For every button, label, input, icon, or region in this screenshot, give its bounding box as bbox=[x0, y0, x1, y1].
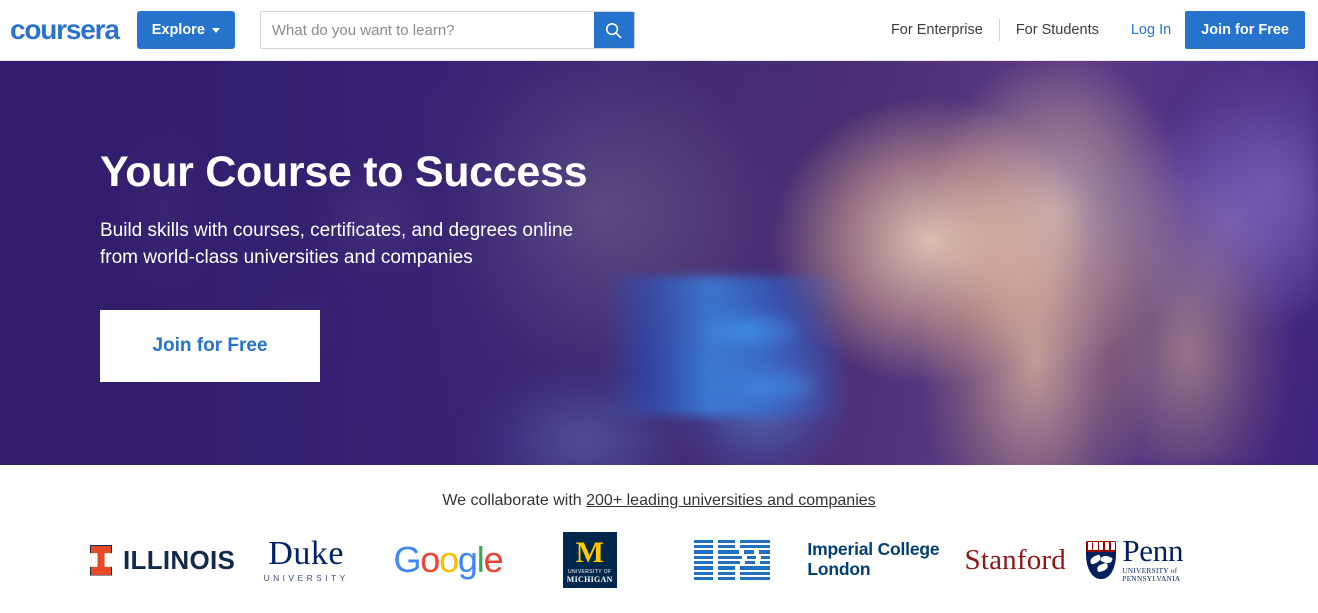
google-letter-5: l bbox=[476, 539, 485, 580]
chevron-down-icon bbox=[211, 27, 220, 33]
partner-logo-google[interactable]: Google bbox=[377, 532, 519, 588]
duke-sublabel: UNIVERSITY bbox=[263, 572, 349, 583]
collaborate-link[interactable]: 200+ leading universities and companies bbox=[586, 492, 876, 509]
collaborate-prefix: We collaborate with bbox=[442, 492, 587, 509]
explore-button-label: Explore bbox=[151, 22, 205, 38]
imperial-line-1: Imperial College bbox=[807, 539, 940, 560]
partner-logo-penn[interactable]: Penn UNIVERSITY of PENNSYLVANIA bbox=[1086, 532, 1228, 588]
illinois-block-i-icon bbox=[90, 544, 112, 576]
penn-sublabel: UNIVERSITY of PENNSYLVANIA bbox=[1122, 567, 1181, 584]
michigan-line-2: MICHIGAN bbox=[566, 574, 613, 584]
partner-logo-stanford[interactable]: Stanford bbox=[944, 532, 1086, 588]
partner-logo-imperial-college-london[interactable]: Imperial College London bbox=[803, 532, 945, 588]
hero-title: Your Course to Success bbox=[100, 148, 588, 196]
google-letter-3: o bbox=[439, 539, 459, 580]
search-input[interactable] bbox=[260, 12, 594, 48]
hero-banner: Your Course to Success Build skills with… bbox=[0, 61, 1318, 465]
search-bar[interactable] bbox=[259, 11, 635, 49]
nav-link-for-students[interactable]: For Students bbox=[1000, 22, 1115, 38]
penn-label: Penn bbox=[1122, 532, 1184, 568]
penn-shield-crest-icon bbox=[1086, 540, 1117, 579]
header-nav: For Enterprise For Students Log In Join … bbox=[875, 11, 1305, 49]
search-icon bbox=[606, 22, 622, 38]
coursera-logo[interactable]: coursera bbox=[10, 14, 120, 45]
partner-logo-illinois[interactable]: ILLINOIS bbox=[90, 532, 235, 588]
partner-logo-ibm[interactable] bbox=[661, 532, 803, 588]
google-wordmark: Google bbox=[393, 539, 504, 580]
michigan-m-icon: M bbox=[575, 535, 604, 569]
stanford-label: Stanford bbox=[964, 543, 1066, 576]
google-letter-4: g bbox=[457, 539, 478, 580]
hero-join-for-free-button[interactable]: Join for Free bbox=[100, 310, 320, 383]
explore-button[interactable]: Explore bbox=[136, 11, 235, 49]
coursera-wordmark-text: coursera bbox=[10, 14, 120, 45]
collaborate-line: We collaborate with 200+ leading univers… bbox=[442, 492, 875, 510]
search-submit-button[interactable] bbox=[593, 12, 634, 48]
header-join-for-free-button[interactable]: Join for Free bbox=[1185, 11, 1305, 49]
partner-logo-duke[interactable]: Duke UNIVERSITY bbox=[235, 532, 377, 588]
google-letter-1: G bbox=[393, 539, 421, 580]
ibm-striped-wordmark-icon bbox=[693, 539, 770, 581]
nav-link-for-enterprise[interactable]: For Enterprise bbox=[875, 22, 999, 38]
site-header: coursera Explore For Enterprise For Stud… bbox=[0, 0, 1318, 61]
hero-content: Your Course to Success Build skills with… bbox=[100, 148, 660, 383]
imperial-line-2: London bbox=[807, 559, 871, 579]
nav-link-log-in[interactable]: Log In bbox=[1115, 22, 1185, 38]
hero-subtitle: Build skills with courses, certificates,… bbox=[100, 220, 574, 269]
google-letter-2: o bbox=[420, 539, 440, 580]
duke-label: Duke bbox=[268, 535, 344, 573]
google-letter-6: e bbox=[483, 539, 504, 580]
partner-logo-row: ILLINOIS Duke UNIVERSITY Google M UNIVER… bbox=[0, 532, 1318, 588]
illinois-label: ILLINOIS bbox=[123, 545, 236, 575]
partner-logo-michigan[interactable]: M UNIVERSITY OF MICHIGAN bbox=[519, 532, 661, 588]
partners-section: We collaborate with 200+ leading univers… bbox=[0, 465, 1318, 613]
